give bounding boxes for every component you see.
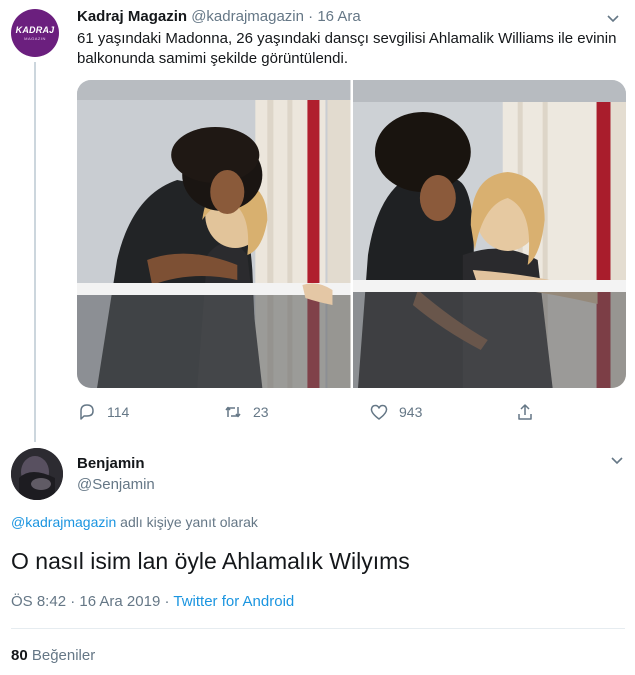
likes-summary[interactable]: 80 Beğeniler — [11, 647, 95, 664]
avatar-image — [11, 448, 63, 500]
reply-to-line: @kadrajmagazin adlı kişiye yanıt olarak — [11, 514, 258, 530]
balcony-photo-left — [77, 80, 351, 388]
share-action[interactable] — [515, 402, 535, 422]
retweet-action[interactable]: 23 — [223, 402, 269, 422]
divider — [11, 628, 625, 629]
reply-author-name[interactable]: Benjamin — [77, 455, 145, 472]
reply-author-avatar[interactable] — [11, 448, 63, 500]
like-count: 943 — [399, 404, 423, 420]
thread-line — [34, 62, 36, 442]
reply-count: 114 — [107, 404, 130, 420]
chevron-down-icon[interactable] — [609, 452, 625, 468]
balcony-photo-right — [352, 80, 626, 388]
photo-left[interactable] — [77, 80, 351, 388]
author-handle[interactable]: @kadrajmagazin — [191, 8, 304, 25]
tweet-date[interactable]: 16 Ara — [317, 8, 360, 25]
reply-author-handle[interactable]: @Senjamin — [77, 476, 155, 493]
reply-tweet-header: Benjamin @Senjamin — [11, 448, 631, 508]
retweet-count: 23 — [253, 404, 269, 420]
chevron-down-icon[interactable] — [605, 10, 621, 26]
reply-date[interactable]: 16 Ara 2019 — [79, 593, 160, 610]
like-action[interactable]: 943 — [369, 402, 422, 422]
likes-count: 80 — [11, 647, 28, 664]
tweet-actions: 114 23 943 — [77, 402, 547, 428]
tweet-header: Kadraj Magazin @kadrajmagazin · 16 Ara — [77, 8, 361, 26]
reply-time[interactable]: ÖS 8:42 — [11, 593, 66, 610]
avatar-brand-subtext: MAGAZIN — [24, 36, 46, 41]
like-icon — [370, 404, 388, 420]
header-separator: · — [308, 8, 314, 25]
original-tweet: KADRAJ MAGAZIN Kadraj Magazin @kadrajmag… — [0, 0, 635, 442]
tweet-media[interactable] — [77, 80, 626, 388]
retweet-icon — [225, 406, 241, 418]
reply-meta: ÖS 8:42 · 16 Ara 2019 · Twitter for Andr… — [11, 593, 294, 610]
reply-action[interactable]: 114 — [77, 402, 129, 422]
share-icon — [518, 404, 532, 420]
reply-icon — [80, 404, 94, 420]
meta-separator-2: · — [160, 593, 174, 610]
likes-label: Beğeniler — [27, 647, 96, 664]
meta-separator-1: · — [66, 593, 80, 610]
reply-source[interactable]: Twitter for Android — [173, 593, 294, 610]
reply-to-suffix: adlı kişiye yanıt olarak — [116, 514, 258, 530]
author-avatar[interactable]: KADRAJ MAGAZIN — [11, 9, 59, 57]
author-name[interactable]: Kadraj Magazin — [77, 8, 187, 25]
reply-to-mention[interactable]: @kadrajmagazin — [11, 514, 116, 530]
reply-text: O nasıl isim lan öyle Ahlamalık Wilyıms — [11, 548, 410, 574]
photo-right[interactable] — [352, 80, 626, 388]
tweet-text: 61 yaşındaki Madonna, 26 yaşındaki dansç… — [77, 30, 617, 67]
avatar-brand-text: KADRAJ — [15, 25, 55, 35]
